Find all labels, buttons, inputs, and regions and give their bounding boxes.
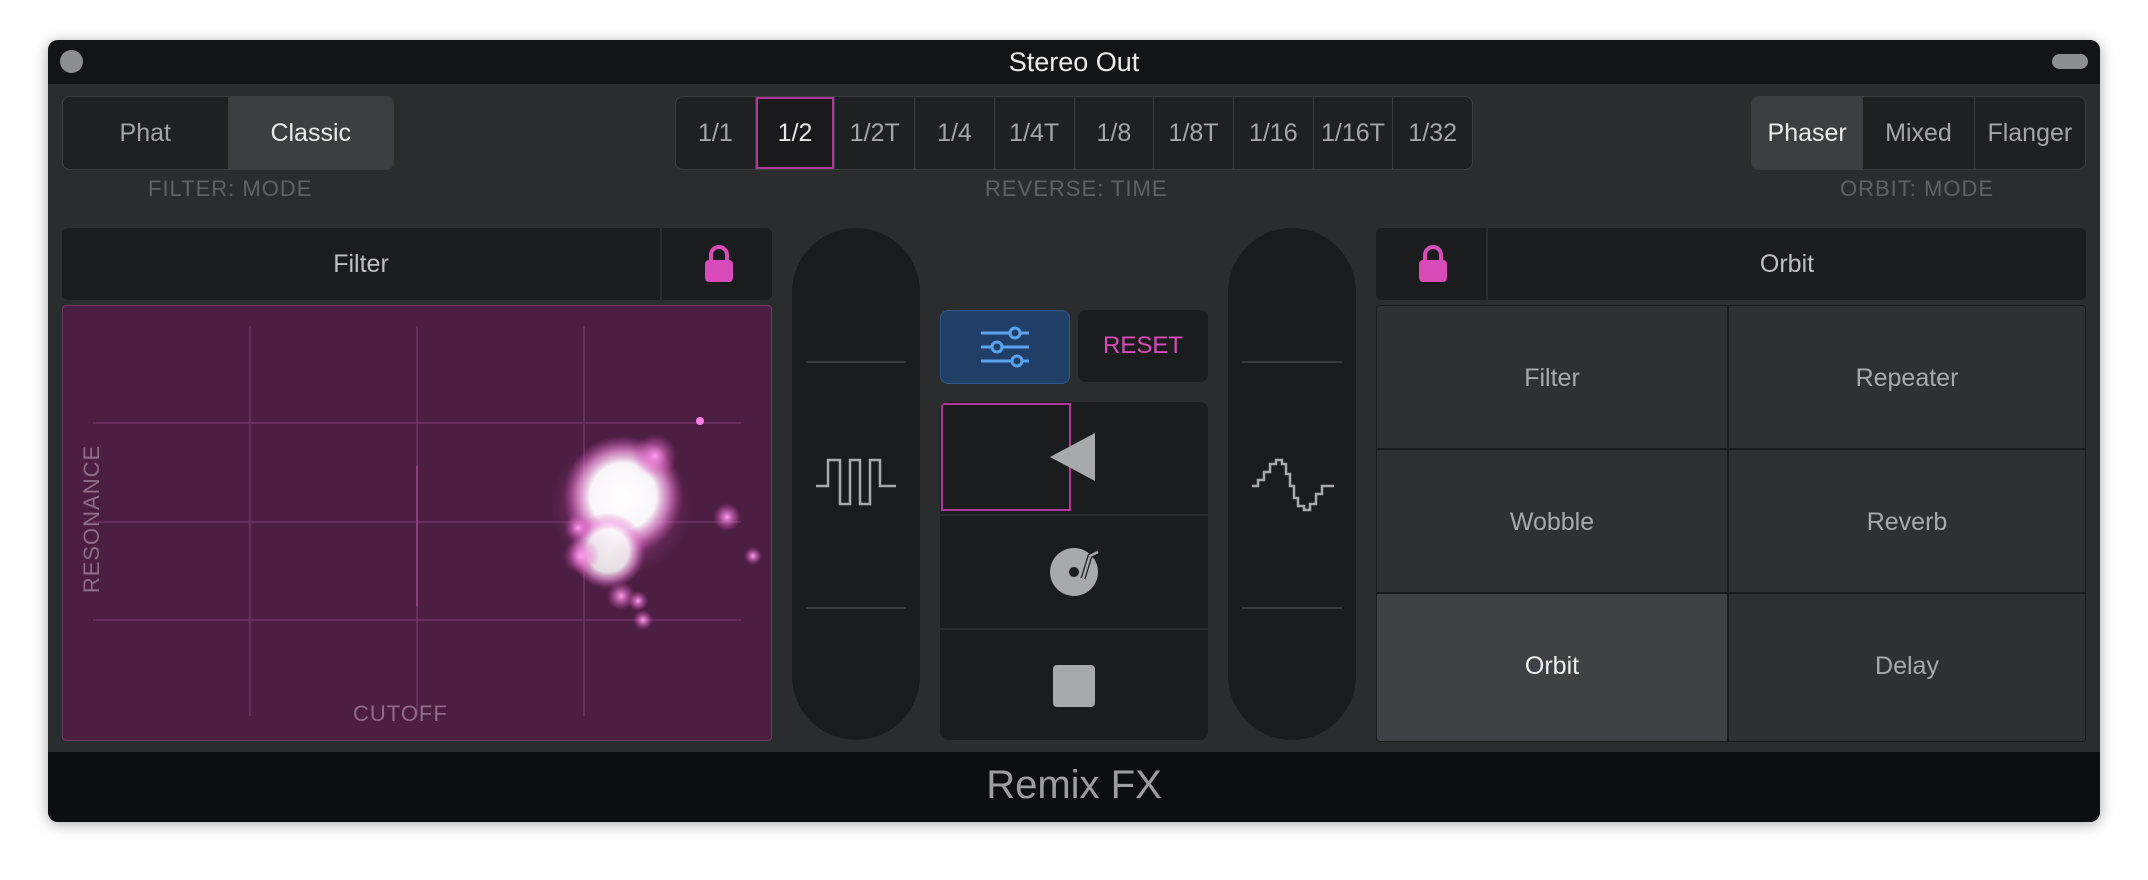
gate-slider[interactable] — [792, 228, 920, 740]
reverse-time-1-4[interactable]: 1/4 — [915, 97, 995, 169]
orbit-mode-selector: Phaser Mixed Flanger — [1751, 96, 2086, 170]
stop-icon — [1053, 665, 1095, 707]
plugin-name: Remix FX — [986, 763, 1162, 807]
filter-mode-classic[interactable]: Classic — [228, 97, 393, 169]
remix-fx-window: Stereo Out Phat Classic FILTER: MODE 1/1… — [48, 40, 2100, 822]
reverse-time-1-32[interactable]: 1/32 — [1393, 97, 1472, 169]
orbit-mode-flanger[interactable]: Flanger — [1975, 97, 2085, 169]
reverse-time-1-4t[interactable]: 1/4T — [995, 97, 1075, 169]
orbit-mode-phaser[interactable]: Phaser — [1752, 97, 1864, 169]
xy-pad-x-label: CUTOFF — [353, 701, 448, 726]
stop-button[interactable] — [940, 630, 1208, 740]
window-close-button[interactable] — [60, 50, 83, 73]
filter-mode-caption: FILTER: MODE — [148, 176, 313, 201]
scratch-button[interactable] — [940, 516, 1208, 630]
filter-mode-selector: Phat Classic — [62, 96, 394, 170]
effect-orbit[interactable]: Orbit — [1377, 594, 1729, 741]
reverse-time-1-2[interactable]: 1/2 — [755, 97, 836, 169]
effect-wobble[interactable]: Wobble — [1377, 450, 1729, 594]
effect-selector-grid: Filter Repeater Wobble Reverb Orbit Dela… — [1376, 305, 2086, 742]
xy-pad-y-label: RESONANCE — [79, 444, 105, 594]
orbit-lock-button[interactable] — [1376, 228, 1486, 300]
reverse-time-selector: 1/1 1/2 1/2T 1/4 1/4T 1/8 1/8T 1/16 1/16… — [675, 96, 1473, 170]
sliders-icon — [981, 326, 1029, 368]
filter-panel-title: Filter — [333, 250, 389, 278]
filter-xy-pad[interactable]: CUTOFF RESONANCE — [62, 305, 772, 741]
downsampler-slider[interactable] — [1228, 228, 1356, 740]
window-title: Stereo Out — [1008, 47, 1140, 77]
reverse-time-1-8t[interactable]: 1/8T — [1154, 97, 1234, 169]
settings-button[interactable] — [940, 310, 1070, 384]
reverse-time-1-16t[interactable]: 1/16T — [1314, 97, 1394, 169]
stepped-sine-wave-icon — [1242, 361, 1342, 609]
orbit-panel-header: Orbit — [1376, 228, 2086, 300]
title-bar: Stereo Out — [48, 40, 2100, 84]
window-link-button[interactable] — [2052, 54, 2088, 69]
filter-panel-header: Filter — [62, 228, 772, 300]
reverse-button[interactable] — [940, 402, 1208, 516]
lock-icon — [1419, 245, 1447, 282]
reverse-time-1-2t[interactable]: 1/2T — [835, 97, 916, 169]
reverse-time-1-16[interactable]: 1/16 — [1234, 97, 1314, 169]
orbit-mode-caption: ORBIT: MODE — [1840, 176, 1995, 201]
reverse-time-caption: REVERSE: TIME — [985, 176, 1168, 201]
effect-delay[interactable]: Delay — [1729, 594, 2085, 741]
plugin-footer: Remix FX — [48, 752, 2100, 822]
effect-reverb[interactable]: Reverb — [1729, 450, 2085, 594]
transport-panel — [940, 402, 1208, 740]
filter-lock-button[interactable] — [662, 228, 772, 300]
orbit-panel-title: Orbit — [1759, 250, 1815, 278]
effect-repeater[interactable]: Repeater — [1729, 306, 2085, 450]
vinyl-scratch-icon — [1050, 548, 1100, 596]
xy-pad-grid — [93, 326, 762, 716]
play-reverse-icon — [941, 403, 1095, 511]
reverse-time-1-8[interactable]: 1/8 — [1075, 97, 1155, 169]
reset-button[interactable]: RESET — [1078, 310, 1208, 382]
lock-icon — [705, 245, 733, 282]
effect-filter[interactable]: Filter — [1377, 306, 1729, 450]
orbit-mode-mixed[interactable]: Mixed — [1863, 97, 1975, 169]
gate-square-wave-icon — [806, 361, 906, 609]
reverse-time-1-1[interactable]: 1/1 — [676, 97, 756, 169]
filter-mode-phat[interactable]: Phat — [63, 97, 229, 169]
